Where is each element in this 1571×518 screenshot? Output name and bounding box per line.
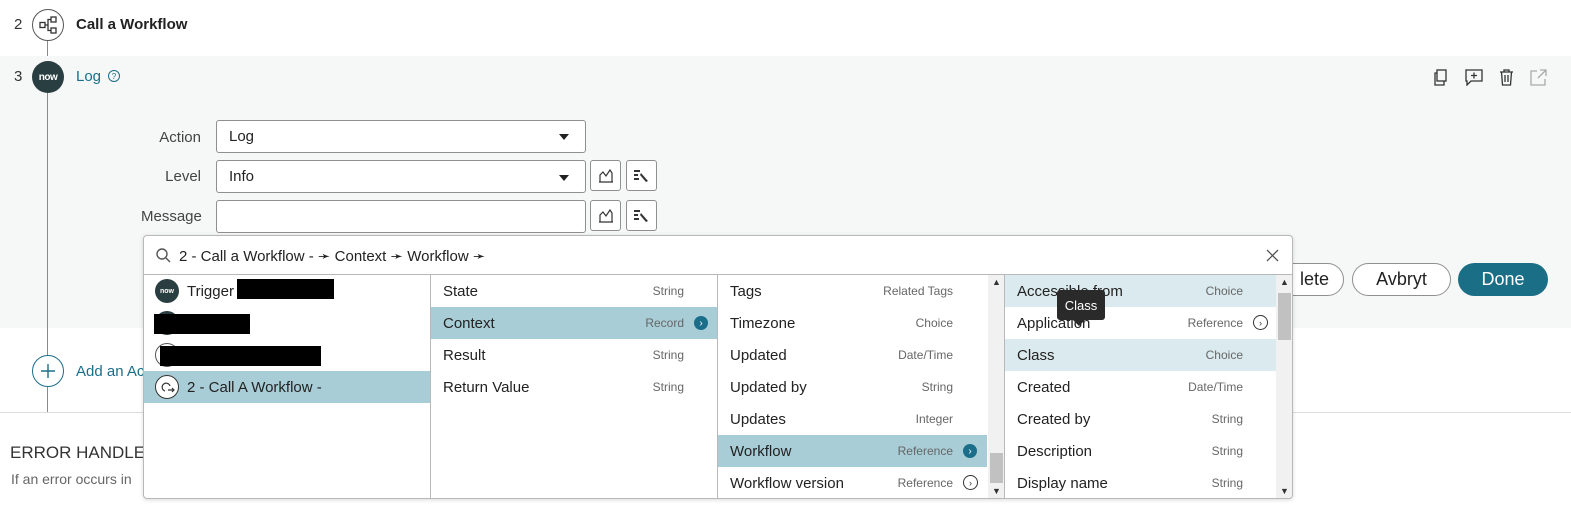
- action-select[interactable]: Log: [216, 120, 586, 153]
- list-item[interactable]: Description String: [1005, 435, 1276, 467]
- error-handler-title: ERROR HANDLER: [10, 443, 158, 462]
- redacted-block: [160, 346, 321, 366]
- picker-column-sources: now Trigger 2 - Call A Workflow -: [144, 275, 431, 498]
- list-item[interactable]: Return Value String: [431, 371, 717, 403]
- data-pill-picker: 2 - Call a Workflow - ➛ Context ➛ Workfl…: [143, 235, 1293, 499]
- now-logo-icon: now: [32, 61, 64, 93]
- list-item[interactable]: Class Choice: [1005, 339, 1276, 371]
- step-title[interactable]: Log: [76, 68, 101, 85]
- list-item[interactable]: [144, 307, 430, 339]
- scrollbar-thumb[interactable]: [1278, 293, 1291, 340]
- list-item[interactable]: Workflow Reference ›: [718, 435, 987, 467]
- subflow-icon: [155, 375, 179, 399]
- redacted-block: [154, 314, 250, 334]
- list-item[interactable]: 2 - Call A Workflow -: [144, 371, 430, 403]
- list-item[interactable]: State String: [431, 275, 717, 307]
- list-item[interactable]: Updates Integer: [718, 403, 987, 435]
- list-item[interactable]: Created Date/Time: [1005, 371, 1276, 403]
- data-pill-picker-button[interactable]: [626, 160, 657, 191]
- list-item[interactable]: [144, 339, 430, 371]
- message-label: Message: [141, 208, 202, 225]
- step-number: 2: [14, 16, 23, 33]
- chevron-right-icon[interactable]: ›: [963, 475, 978, 490]
- list-item[interactable]: Workflow version Reference ›: [718, 467, 987, 498]
- list-item[interactable]: Context Record ›: [431, 307, 717, 339]
- workflow-icon: [32, 9, 64, 41]
- chevron-down-icon: [559, 175, 569, 181]
- picker-search-bar: 2 - Call a Workflow - ➛ Context ➛ Workfl…: [144, 236, 1292, 275]
- open-external-icon[interactable]: [1530, 69, 1547, 90]
- chevron-right-icon[interactable]: ›: [1253, 315, 1268, 330]
- error-handler-text: If an error occurs in: [11, 471, 132, 487]
- list-item[interactable]: Updated by String: [718, 371, 987, 403]
- search-icon: [156, 248, 171, 267]
- help-icon[interactable]: ?: [108, 70, 120, 82]
- add-action-icon[interactable]: [32, 355, 64, 387]
- script-toggle-button[interactable]: [590, 200, 621, 231]
- list-item[interactable]: Updated Date/Time: [718, 339, 987, 371]
- script-toggle-button[interactable]: [590, 160, 621, 191]
- cancel-button[interactable]: Avbryt: [1352, 263, 1451, 296]
- list-item[interactable]: Display name String: [1005, 467, 1276, 498]
- scrollbar[interactable]: ▲ ▼: [988, 275, 1004, 498]
- scroll-down-icon[interactable]: ▼: [1280, 486, 1289, 496]
- add-comment-icon[interactable]: [1465, 69, 1483, 90]
- list-item[interactable]: Application Reference ›: [1005, 307, 1276, 339]
- step-number: 3: [14, 68, 23, 85]
- tooltip: Class: [1057, 290, 1105, 326]
- level-label: Level: [165, 168, 201, 185]
- scrollbar-thumb[interactable]: [990, 453, 1003, 483]
- picker-search-input[interactable]: 2 - Call a Workflow - ➛ Context ➛ Workfl…: [179, 247, 485, 265]
- add-action-link[interactable]: Add an Ac: [76, 363, 144, 380]
- copy-icon[interactable]: [1433, 69, 1449, 90]
- list-item[interactable]: Timezone Choice: [718, 307, 987, 339]
- chevron-down-icon: [559, 134, 569, 140]
- list-item[interactable]: now Trigger: [144, 275, 430, 307]
- chevron-right-icon[interactable]: ›: [694, 316, 708, 330]
- level-select[interactable]: Info: [216, 160, 586, 193]
- done-button[interactable]: Done: [1458, 263, 1548, 296]
- message-input[interactable]: [216, 200, 586, 233]
- delete-icon[interactable]: [1499, 69, 1514, 90]
- flow-connector-line: [47, 93, 48, 328]
- list-item[interactable]: Tags Related Tags: [718, 275, 987, 307]
- list-item[interactable]: Result String: [431, 339, 717, 371]
- action-select-value: Log: [229, 128, 255, 145]
- scroll-up-icon[interactable]: ▲: [1280, 277, 1289, 287]
- redacted-block: [237, 279, 334, 299]
- picker-column-fields: State String Context Record › Result String …: [431, 275, 718, 498]
- list-item[interactable]: Created by String: [1005, 403, 1276, 435]
- flow-connector-line: [47, 386, 48, 413]
- picker-column-context-fields: Tags Related Tags Timezone Choice Updated D…: [718, 275, 1005, 498]
- scrollbar[interactable]: ▲ ▼: [1276, 275, 1292, 498]
- action-label: Action: [159, 129, 201, 146]
- now-logo-icon: now: [155, 279, 179, 303]
- picker-column-workflow-fields: Accessible from Choice Application Referen…: [1005, 275, 1292, 498]
- data-pill-picker-button[interactable]: [626, 200, 657, 231]
- close-icon[interactable]: [1266, 249, 1279, 266]
- step-title[interactable]: Call a Workflow: [76, 16, 187, 33]
- scroll-up-icon[interactable]: ▲: [992, 277, 1001, 287]
- level-select-value: Info: [229, 168, 255, 185]
- list-item[interactable]: Accessible from Choice: [1005, 275, 1276, 307]
- chevron-right-icon[interactable]: ›: [963, 444, 977, 458]
- scroll-down-icon[interactable]: ▼: [992, 486, 1001, 496]
